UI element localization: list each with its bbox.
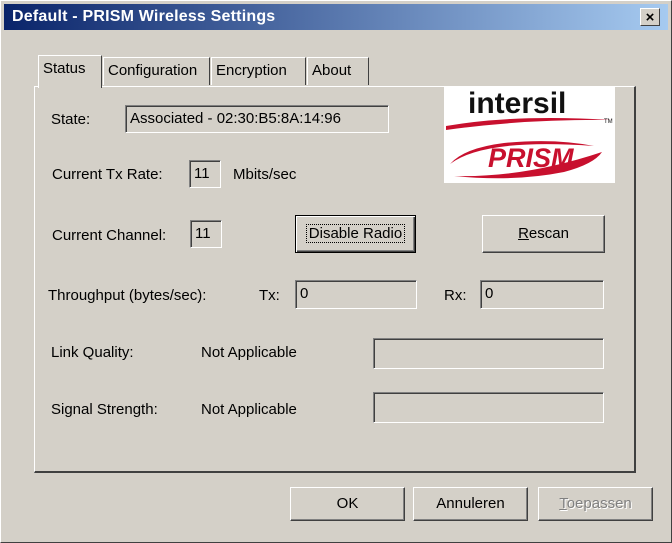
cancel-button[interactable]: Annuleren bbox=[413, 487, 528, 521]
rx-field: 0 bbox=[480, 280, 604, 309]
tx-rate-field: 11 bbox=[189, 160, 221, 188]
tab-encryption-label: Encryption bbox=[216, 62, 287, 79]
ok-button[interactable]: OK bbox=[290, 487, 405, 521]
tab-status-label: Status bbox=[43, 60, 86, 77]
rescan-mnemonic: R bbox=[518, 225, 529, 242]
logo-graphic: intersil TM PRISM bbox=[446, 87, 613, 179]
intersil-prism-logo: intersil TM PRISM bbox=[444, 86, 615, 183]
tab-configuration[interactable]: Configuration bbox=[103, 57, 210, 85]
cancel-label: Annuleren bbox=[436, 495, 505, 512]
ok-label: OK bbox=[336, 495, 359, 512]
logo-tm: TM bbox=[604, 119, 613, 125]
apply-mnemonic: T bbox=[559, 495, 567, 512]
logo-brand-bottom: PRISM bbox=[488, 143, 574, 173]
rescan-label: escan bbox=[528, 225, 569, 242]
apply-label: oepassen bbox=[566, 495, 632, 512]
tx-rate-label: Current Tx Rate: bbox=[52, 166, 163, 183]
close-icon: × bbox=[645, 9, 655, 26]
close-button[interactable]: × bbox=[640, 8, 660, 26]
link-quality-label: Link Quality: bbox=[51, 344, 134, 361]
rx-label: Rx: bbox=[444, 287, 467, 304]
tab-encryption[interactable]: Encryption bbox=[211, 57, 306, 85]
dialog-window: Default - PRISM Wireless Settings × Stat… bbox=[0, 0, 672, 543]
tx-label: Tx: bbox=[259, 287, 280, 304]
apply-button[interactable]: Toepassen bbox=[538, 487, 653, 521]
tx-rate-unit: Mbits/sec bbox=[233, 166, 297, 183]
signal-strength-label: Signal Strength: bbox=[51, 401, 158, 418]
channel-label: Current Channel: bbox=[52, 227, 167, 244]
disable-radio-button[interactable]: Disable Radio bbox=[295, 215, 416, 253]
tab-about-label: About bbox=[312, 62, 352, 79]
title-bar[interactable]: Default - PRISM Wireless Settings × bbox=[4, 4, 668, 30]
state-field: Associated - 02:30:B5:8A:14:96 bbox=[125, 105, 389, 133]
throughput-label: Throughput (bytes/sec): bbox=[48, 287, 207, 304]
tab-status[interactable]: Status bbox=[38, 55, 102, 88]
channel-field: 11 bbox=[190, 220, 222, 248]
rescan-button[interactable]: Rescan bbox=[482, 215, 605, 253]
window-title: Default - PRISM Wireless Settings bbox=[12, 8, 276, 25]
tab-about[interactable]: About bbox=[307, 57, 369, 85]
disable-radio-label: Disable Radio bbox=[305, 224, 406, 243]
signal-strength-value: Not Applicable bbox=[201, 401, 297, 418]
link-quality-bar bbox=[373, 338, 604, 369]
tx-field: 0 bbox=[295, 280, 417, 309]
signal-strength-bar bbox=[373, 392, 604, 423]
state-label: State: bbox=[51, 111, 91, 128]
link-quality-value: Not Applicable bbox=[201, 344, 297, 361]
tab-configuration-label: Configuration bbox=[108, 62, 198, 79]
logo-brand-top: intersil bbox=[468, 87, 566, 120]
